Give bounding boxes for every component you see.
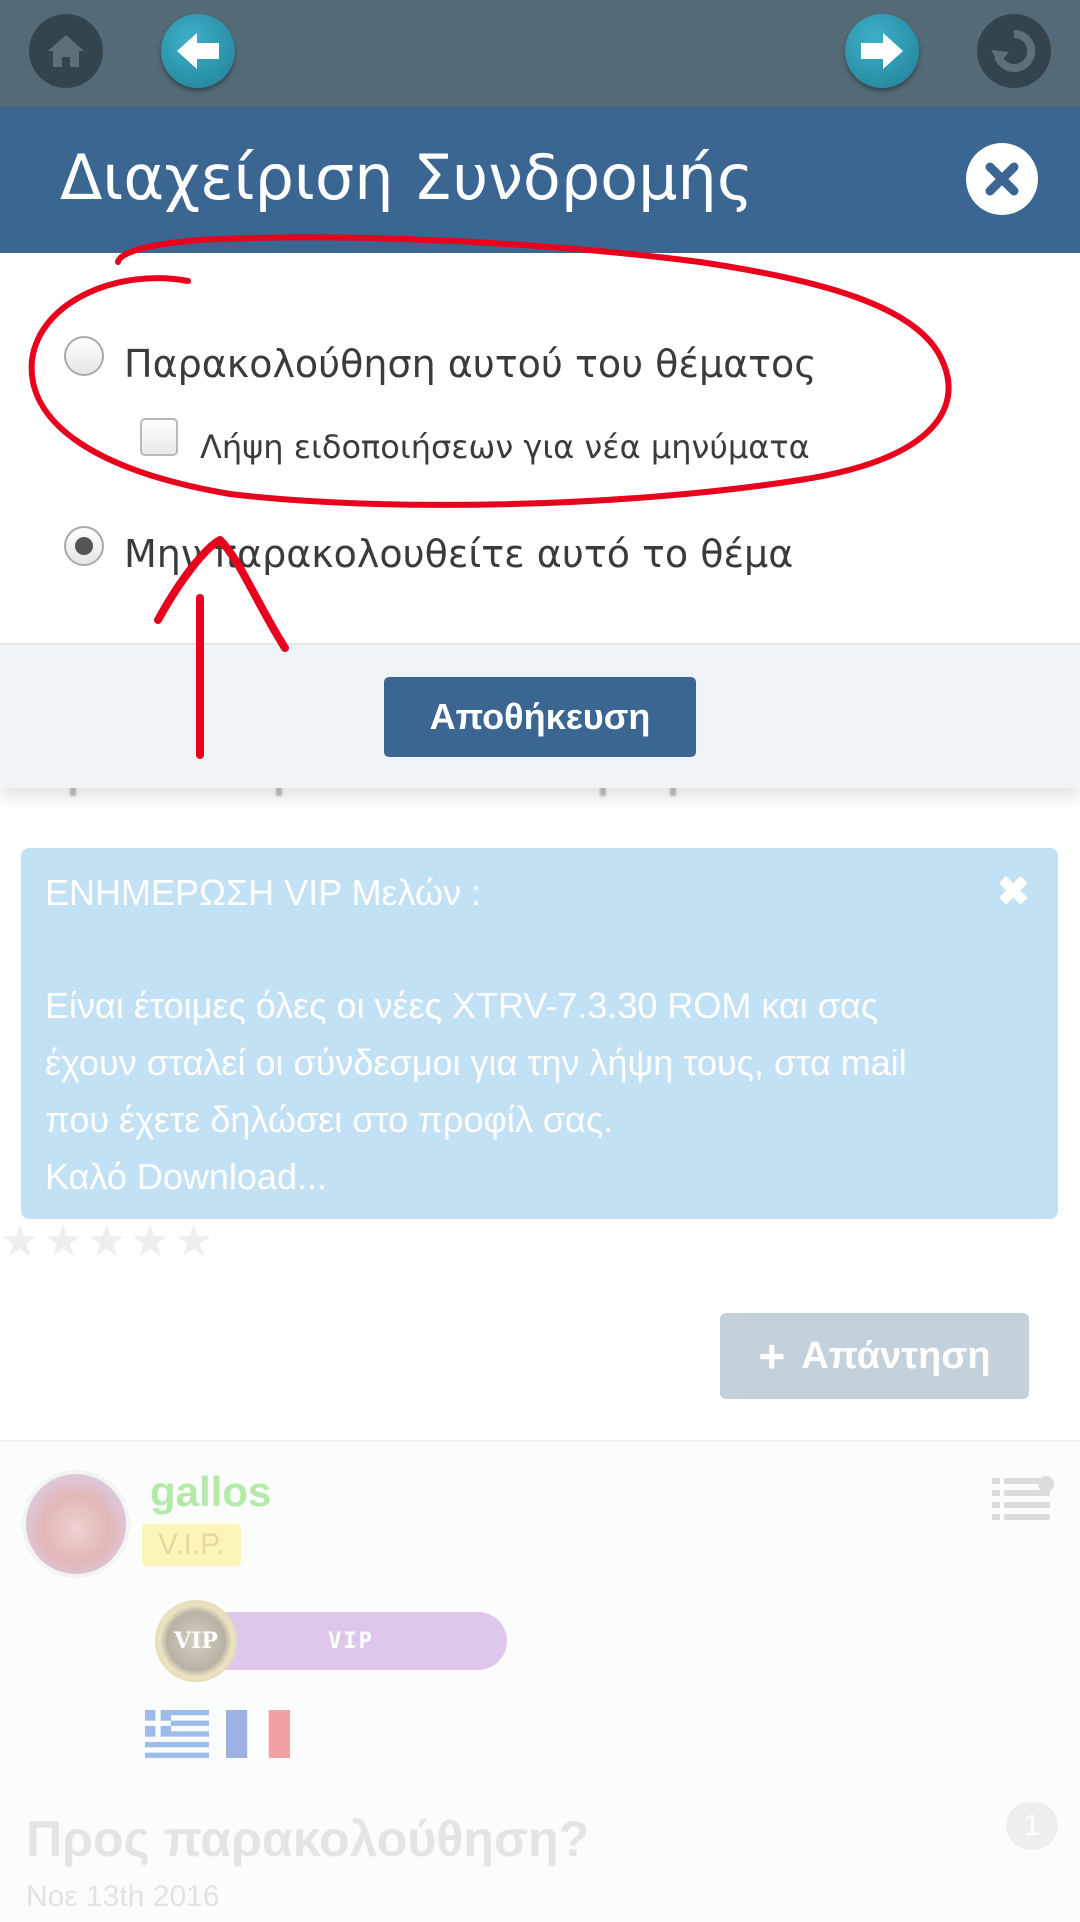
thread-title[interactable]: Προς παρακολούθηση? [26, 1810, 589, 1868]
star-icon[interactable]: ★ [0, 1220, 39, 1264]
home-button[interactable] [29, 14, 103, 88]
avatar[interactable] [22, 1470, 130, 1578]
notice-title: ΕΝΗΜΕΡΩΣΗ VIP Μελών : [45, 872, 482, 913]
email-notifications-label[interactable]: Λήψη ειδοποιήσεων για νέα μηνύματα [200, 428, 810, 466]
username-link[interactable]: gallos [150, 1468, 271, 1516]
close-icon [985, 162, 1019, 196]
star-icon[interactable]: ★ [174, 1220, 213, 1264]
modal-title: Διαχείριση Συνδρομής [60, 141, 754, 214]
france-flag-icon [226, 1710, 290, 1758]
home-icon [48, 35, 84, 67]
unwatch-thread-radio[interactable] [64, 526, 104, 566]
plus-icon: + [758, 1330, 786, 1382]
modal-close-button[interactable] [966, 143, 1038, 215]
vip-member-badge: VIP VIP [155, 1600, 510, 1682]
star-icon[interactable]: ★ [87, 1220, 126, 1264]
vip-badge-pill: VIP [195, 1612, 507, 1670]
reply-button[interactable]: + Απάντηση [720, 1313, 1029, 1399]
vip-coin-icon: VIP [155, 1600, 237, 1682]
forward-button[interactable] [845, 14, 919, 88]
back-button[interactable] [161, 14, 235, 88]
star-icon[interactable]: ★ [130, 1220, 169, 1264]
watch-thread-label[interactable]: Παρακολούθηση αυτού του θέματος [124, 342, 817, 386]
unwatch-thread-label[interactable]: Μην παρακολουθείτε αυτό το θέμα [124, 532, 793, 576]
notice-close-icon[interactable]: ✖ [996, 864, 1030, 921]
star-icon[interactable]: ★ [43, 1220, 82, 1264]
notice-body: Είναι έτοιμες όλες οι νέες XTRV-7.3.30 R… [45, 985, 907, 1197]
thread-date: Νοε 13th 2016 [26, 1880, 220, 1913]
arrow-right-icon [861, 33, 903, 69]
post-count-badge: 1 [1006, 1802, 1058, 1850]
browser-toolbar [0, 0, 1080, 107]
user-rank-badge: V.I.P. [142, 1524, 241, 1566]
rating-stars[interactable]: ★ ★ ★ ★ ★ [0, 1220, 213, 1264]
reply-button-label: Απάντηση [801, 1334, 991, 1377]
vip-notice: ΕΝΗΜΕΡΩΣΗ VIP Μελών : Είναι έτοιμες όλες… [21, 848, 1058, 1219]
save-button[interactable]: Αποθήκευση [384, 677, 696, 757]
refresh-button[interactable] [977, 14, 1051, 88]
refresh-icon [991, 29, 1036, 72]
watch-thread-radio[interactable] [64, 336, 104, 376]
email-notifications-checkbox[interactable] [140, 418, 178, 456]
post-menu-icon[interactable] [992, 1474, 1054, 1522]
arrow-left-icon [177, 33, 219, 69]
greece-flag-icon [145, 1710, 209, 1758]
